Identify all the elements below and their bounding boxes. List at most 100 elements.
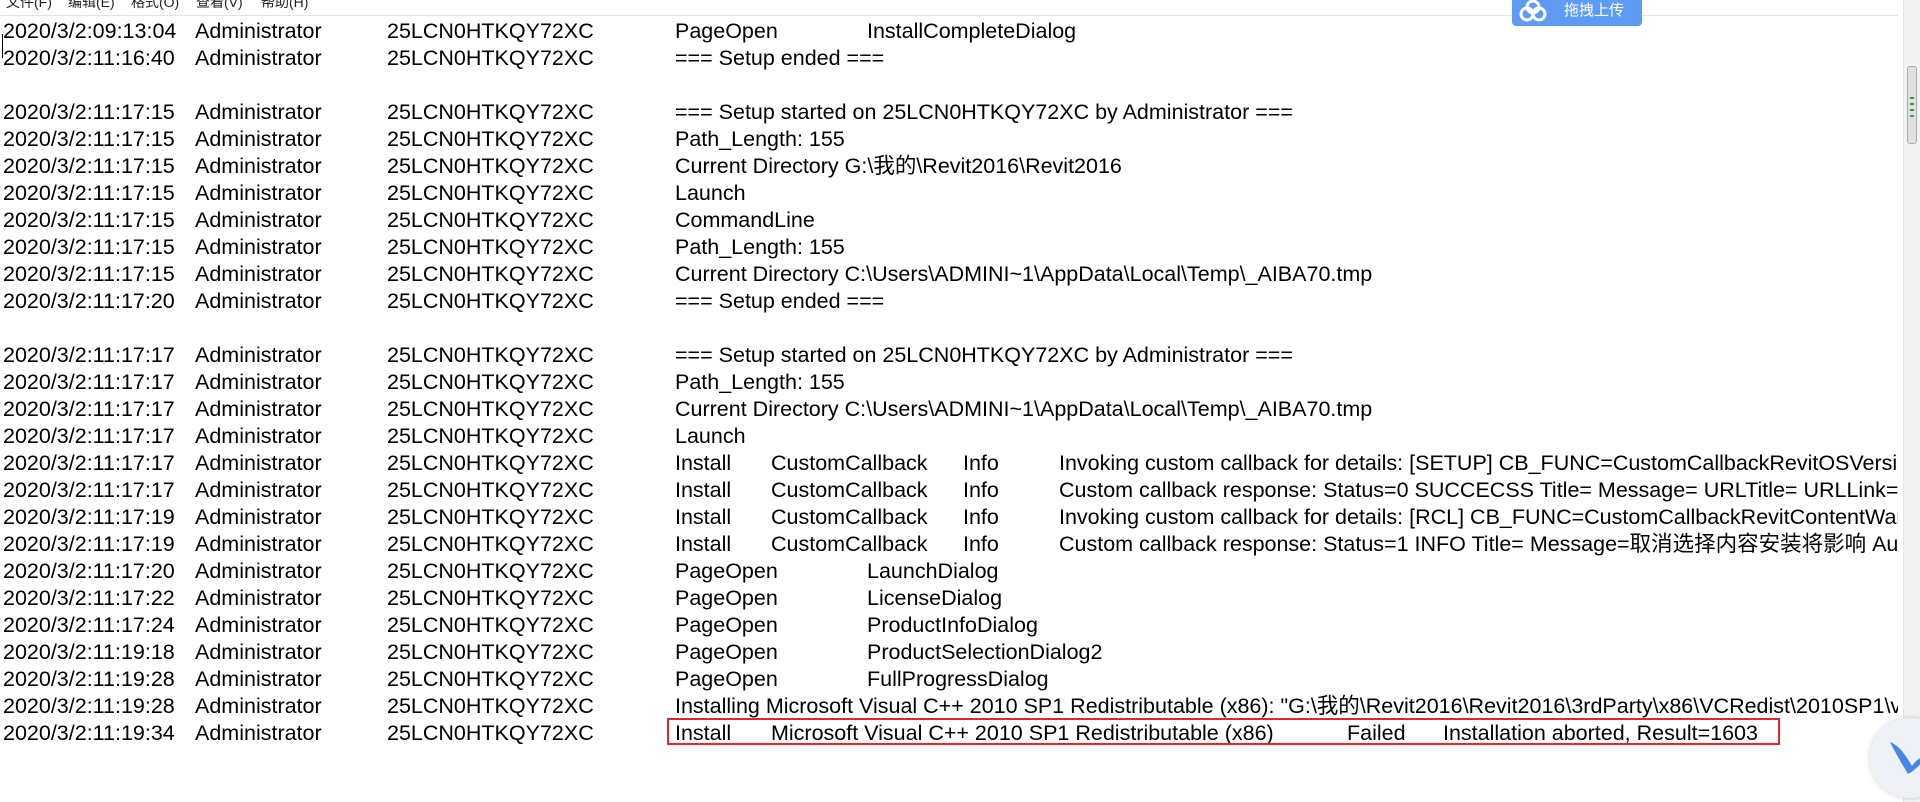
log-user: Administrator bbox=[195, 181, 322, 205]
menu-help[interactable]: 帮助(H) bbox=[261, 0, 308, 9]
log-host: 25LCN0HTKQY72XC bbox=[387, 505, 594, 529]
log-user: Administrator bbox=[195, 208, 322, 232]
log-user: Administrator bbox=[195, 532, 322, 556]
log-host: 25LCN0HTKQY72XC bbox=[387, 154, 594, 178]
log-host: 25LCN0HTKQY72XC bbox=[387, 370, 594, 394]
log-user: Administrator bbox=[195, 640, 322, 664]
log-user: Administrator bbox=[195, 46, 322, 70]
log-user: Administrator bbox=[195, 154, 322, 178]
log-component: CustomCallback bbox=[771, 532, 928, 556]
log-message: Installing Microsoft Visual C++ 2010 SP1… bbox=[675, 694, 1898, 718]
log-user: Administrator bbox=[195, 100, 322, 124]
drag-upload-button[interactable]: 拖拽上传 bbox=[1512, 0, 1642, 26]
log-user: Administrator bbox=[195, 370, 322, 394]
log-host: 25LCN0HTKQY72XC bbox=[387, 559, 594, 583]
log-component: CustomCallback bbox=[771, 451, 928, 475]
log-message: Current Directory G:\我的\Revit2016\Revit2… bbox=[675, 154, 1122, 178]
log-host: 25LCN0HTKQY72XC bbox=[387, 289, 594, 313]
log-user: Administrator bbox=[195, 235, 322, 259]
log-message: === Setup started on 25LCN0HTKQY72XC by … bbox=[675, 343, 1293, 367]
log-level: Info bbox=[963, 478, 999, 502]
log-event: PageOpen bbox=[675, 640, 778, 664]
log-action: Install bbox=[675, 478, 732, 502]
log-host: 25LCN0HTKQY72XC bbox=[387, 694, 594, 718]
log-message: Custom callback response: Status=0 SUCCE… bbox=[1059, 478, 1898, 502]
log-user: Administrator bbox=[195, 505, 322, 529]
log-timestamp: 2020/3/2:11:19:28 bbox=[3, 694, 175, 718]
log-user: Administrator bbox=[195, 721, 322, 745]
thumb-grip bbox=[1910, 109, 1914, 111]
thumb-grip bbox=[1910, 97, 1914, 99]
log-timestamp: 2020/3/2:11:17:20 bbox=[3, 289, 175, 313]
cloud-upload-icon bbox=[1518, 0, 1548, 24]
scrollbar-thumb[interactable] bbox=[1907, 66, 1917, 144]
log-message: Invoking custom callback for details: [S… bbox=[1059, 451, 1898, 475]
log-message: Launch bbox=[675, 181, 746, 205]
log-timestamp: 2020/3/2:11:17:20 bbox=[3, 559, 175, 583]
log-host: 25LCN0HTKQY72XC bbox=[387, 667, 594, 691]
log-level: Info bbox=[963, 505, 999, 529]
log-timestamp: 2020/3/2:11:17:22 bbox=[3, 586, 175, 610]
log-user: Administrator bbox=[195, 478, 322, 502]
log-user: Administrator bbox=[195, 613, 322, 637]
log-detail: ProductSelectionDialog2 bbox=[867, 640, 1103, 664]
log-message: === Setup started on 25LCN0HTKQY72XC by … bbox=[675, 100, 1293, 124]
log-host: 25LCN0HTKQY72XC bbox=[387, 235, 594, 259]
error-highlight-box bbox=[667, 718, 1780, 745]
log-host: 25LCN0HTKQY72XC bbox=[387, 586, 594, 610]
log-host: 25LCN0HTKQY72XC bbox=[387, 208, 594, 232]
log-level: Info bbox=[963, 451, 999, 475]
log-host: 25LCN0HTKQY72XC bbox=[387, 46, 594, 70]
log-event: PageOpen bbox=[675, 559, 778, 583]
log-action: Install bbox=[675, 532, 732, 556]
log-timestamp: 2020/3/2:11:17:15 bbox=[3, 235, 175, 259]
log-event: PageOpen bbox=[675, 613, 778, 637]
log-message: Custom callback response: Status=1 INFO … bbox=[1059, 532, 1898, 556]
log-host: 25LCN0HTKQY72XC bbox=[387, 721, 594, 745]
log-user: Administrator bbox=[195, 127, 322, 151]
log-timestamp: 2020/3/2:09:13:04 bbox=[3, 19, 177, 43]
log-message: Path_Length: 155 bbox=[675, 127, 845, 151]
log-user: Administrator bbox=[195, 262, 322, 286]
log-action: Install bbox=[675, 451, 732, 475]
log-timestamp: 2020/3/2:11:17:24 bbox=[3, 613, 175, 637]
log-detail: LaunchDialog bbox=[867, 559, 999, 583]
menu-format[interactable]: 格式(O) bbox=[131, 0, 179, 9]
log-message: Launch bbox=[675, 424, 746, 448]
vertical-scrollbar[interactable] bbox=[1903, 0, 1920, 802]
log-timestamp: 2020/3/2:11:17:15 bbox=[3, 127, 175, 151]
thumb-grip bbox=[1910, 103, 1914, 105]
log-host: 25LCN0HTKQY72XC bbox=[387, 424, 594, 448]
log-action: Install bbox=[675, 505, 732, 529]
menu-view[interactable]: 查看(V) bbox=[196, 0, 243, 9]
log-message: Current Directory C:\Users\ADMINI~1\AppD… bbox=[675, 397, 1373, 421]
log-detail: InstallCompleteDialog bbox=[867, 19, 1077, 43]
log-message: Path_Length: 155 bbox=[675, 370, 845, 394]
log-host: 25LCN0HTKQY72XC bbox=[387, 100, 594, 124]
log-user: Administrator bbox=[195, 289, 322, 313]
log-timestamp: 2020/3/2:11:17:15 bbox=[3, 262, 175, 286]
log-timestamp: 2020/3/2:11:17:17 bbox=[3, 370, 175, 394]
log-message: === Setup ended === bbox=[675, 289, 885, 313]
log-host: 25LCN0HTKQY72XC bbox=[387, 640, 594, 664]
log-host: 25LCN0HTKQY72XC bbox=[387, 532, 594, 556]
log-host: 25LCN0HTKQY72XC bbox=[387, 451, 594, 475]
log-user: Administrator bbox=[195, 424, 322, 448]
log-host: 25LCN0HTKQY72XC bbox=[387, 343, 594, 367]
log-timestamp: 2020/3/2:11:16:40 bbox=[3, 46, 175, 70]
log-timestamp: 2020/3/2:11:17:19 bbox=[3, 505, 175, 529]
log-timestamp: 2020/3/2:11:19:18 bbox=[3, 640, 175, 664]
log-detail: FullProgressDialog bbox=[867, 667, 1049, 691]
log-event: PageOpen bbox=[675, 19, 778, 43]
log-detail: LicenseDialog bbox=[867, 586, 1003, 610]
text-editor-area[interactable]: 2020/3/2:09:13:04 Administrator 25LCN0HTKQ… bbox=[0, 16, 1898, 802]
log-timestamp: 2020/3/2:11:17:17 bbox=[3, 397, 175, 421]
menu-edit[interactable]: 编辑(E) bbox=[68, 0, 115, 9]
log-user: Administrator bbox=[195, 559, 322, 583]
upload-label: 拖拽上传 bbox=[1564, 2, 1625, 19]
log-event: PageOpen bbox=[675, 586, 778, 610]
log-timestamp: 2020/3/2:11:17:17 bbox=[3, 343, 175, 367]
log-message: Invoking custom callback for details: [R… bbox=[1059, 505, 1898, 529]
menu-file[interactable]: 文件(F) bbox=[6, 0, 52, 9]
log-timestamp: 2020/3/2:11:17:15 bbox=[3, 208, 175, 232]
